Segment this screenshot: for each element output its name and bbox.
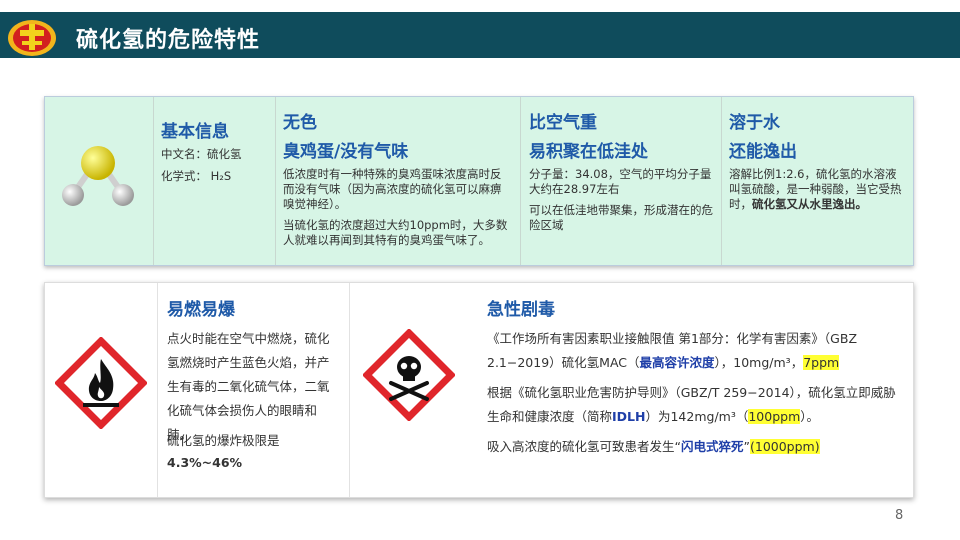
page-title: 硫化氢的危险特性 (76, 28, 261, 53)
sudden-death-term: 闪电式猝死 (680, 439, 744, 454)
explosive-limit-value: 4.3%~46% (167, 455, 243, 470)
column-divider (153, 97, 154, 265)
heavier-than-air-heading: 比空气重 (529, 113, 597, 133)
flammable-hazard-icon (55, 337, 147, 429)
solubility-emphasis: 硫化氢又从水里逸出。 (752, 197, 867, 211)
explosive-limit-label: 硫化氢的爆炸极限是 (167, 433, 280, 448)
idlh-limit-text: 根据《硫化氢职业危害防护导则》（GBZ/T 259−2014），硫化氢立即威胁生… (487, 381, 903, 429)
mac-ppm-badge: 7ppm (803, 355, 840, 370)
basic-info-heading: 基本信息 (161, 122, 229, 142)
sudden-death-ppm-badge: (1000ppm) (749, 439, 820, 454)
mac-limit-text: 《工作场所有害因素职业接触限值 第1部分：化学有害因素》（GBZ 2.1−201… (487, 327, 903, 375)
toxic-hazard-icon (363, 329, 455, 421)
sudden-death-quote: ” (743, 439, 750, 454)
sudden-death-prefix: 吸入高浓度的硫化氢可致患者发生“ (487, 439, 681, 454)
escape-heading: 还能逸出 (729, 142, 797, 162)
accumulation-heading: 易积聚在低洼处 (529, 142, 648, 162)
properties-panel: 基本信息 中文名：硫化氢 化学式： H₂S 无色 臭鸡蛋/没有气味 低浓度时有一… (44, 96, 914, 266)
idlh-ppm-badge: 100ppm (748, 409, 801, 424)
sudden-death-text: 吸入高浓度的硫化氢可致患者发生“闪电式猝死”(1000ppm) (487, 435, 903, 459)
idlh-end: ）。 (800, 409, 820, 424)
flammable-heading: 易燃易爆 (167, 300, 235, 320)
column-divider (349, 283, 350, 497)
column-divider (157, 283, 158, 497)
page-number: 8 (895, 508, 904, 523)
toxic-heading: 急性剧毒 (487, 300, 555, 320)
idlh-value: ）为142mg/m³（ (645, 409, 749, 424)
odor-description: 低浓度时有一种特殊的臭鸡蛋味浓度高时反而没有气味（因为高浓度的硫化氢可以麻痹嗅觉… (283, 167, 502, 211)
molecular-weight: 分子量：34.08，空气的平均分子量大约在28.97左右 (529, 167, 712, 196)
idlh-term: IDLH (612, 409, 646, 424)
column-divider (275, 97, 276, 265)
odor-threshold: 当硫化氢的浓度超过大约10ppm时，大多数人就难以再闻到其特有的臭鸡蛋气味了。 (283, 218, 508, 247)
soluble-heading: 溶于水 (729, 113, 780, 133)
emblem-icon (8, 20, 56, 56)
column-divider (520, 97, 521, 265)
mac-term: 最高容许浓度 (639, 355, 715, 370)
column-divider (721, 97, 722, 265)
h2s-molecule-icon (62, 146, 134, 206)
chemical-formula: 化学式： H₂S (161, 169, 232, 183)
flammable-description: 点火时能在空气中燃烧，硫化氢燃烧时产生蓝色火焰，并产生有毒的二氧化硫气体，二氧化… (167, 331, 330, 442)
chinese-name: 中文名：硫化氢 (161, 147, 242, 161)
hazards-panel: 易燃易爆 点火时能在空气中燃烧，硫化氢燃烧时产生蓝色火焰，并产生有毒的二氧化硫气… (44, 282, 914, 498)
mac-value: ），10mg/m³， (714, 355, 804, 370)
odor-heading: 臭鸡蛋/没有气味 (283, 142, 409, 162)
solubility-description: 溶解比例1:2.6，硫化氢的水溶液叫氢硫酸，是一种弱酸，当它受热时，硫化氢又从水… (729, 167, 905, 212)
colorless-heading: 无色 (283, 113, 317, 133)
accumulation-description: 可以在低洼地带聚集，形成潜在的危险区域 (529, 203, 713, 232)
